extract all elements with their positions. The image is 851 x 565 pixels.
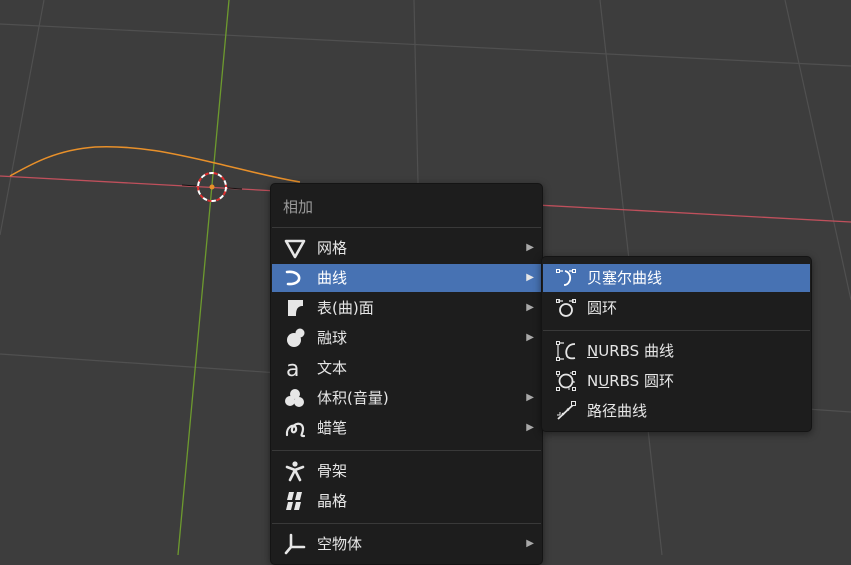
menu-item-lattice[interactable]: 晶格 xyxy=(272,487,541,515)
submenu-arrow-icon: ▶ xyxy=(526,422,534,433)
submenu-item-label: NURBS 曲线 xyxy=(587,342,674,360)
empty-icon xyxy=(284,533,306,555)
submenu-item-path[interactable]: 路径曲线 xyxy=(543,397,810,425)
menu-title: 相加 xyxy=(283,198,314,216)
bezier-curve-icon xyxy=(555,267,577,289)
menu-item-label: 骨架 xyxy=(317,462,348,480)
text-icon: a xyxy=(284,357,306,379)
menu-item-label: 晶格 xyxy=(317,492,348,510)
menu-item-mesh[interactable]: 网格 ▶ xyxy=(272,234,541,262)
bezier-curve-object[interactable] xyxy=(9,145,301,183)
nurbs-curve-icon xyxy=(555,340,577,362)
volume-icon xyxy=(284,387,306,409)
submenu-arrow-icon: ▶ xyxy=(526,332,534,343)
mesh-icon xyxy=(284,237,306,259)
submenu-item-label: 贝塞尔曲线 xyxy=(587,269,663,287)
menu-item-label: 曲线 xyxy=(317,269,348,287)
menu-item-label: 蜡笔 xyxy=(317,419,348,437)
submenu-arrow-icon: ▶ xyxy=(526,392,534,403)
menu-item-grease-pencil[interactable]: 蜡笔 ▶ xyxy=(272,414,541,442)
metaball-icon xyxy=(284,327,306,349)
y-axis-line xyxy=(177,0,230,555)
submenu-item-nurbs-curve[interactable]: NURBS 曲线 xyxy=(543,337,810,365)
submenu-item-nurbs-circle[interactable]: NURBS 圆环 xyxy=(543,367,810,395)
menu-item-label: 网格 xyxy=(317,239,348,257)
menu-item-label: 融球 xyxy=(317,329,348,347)
menu-divider xyxy=(272,227,541,228)
menu-divider xyxy=(272,523,541,524)
menu-item-surface[interactable]: 表(曲)面 ▶ xyxy=(272,294,541,322)
submenu-arrow-icon: ▶ xyxy=(526,302,534,313)
mnemonic-letter: N xyxy=(587,342,599,360)
menu-divider xyxy=(543,330,810,331)
grease-pencil-icon xyxy=(284,417,306,439)
label-text: URBS 曲线 xyxy=(598,342,674,360)
menu-item-label: 文本 xyxy=(317,359,348,377)
menu-item-volume[interactable]: 体积(音量) ▶ xyxy=(272,384,541,412)
menu-item-metaball[interactable]: 融球 ▶ xyxy=(272,324,541,352)
menu-item-curve[interactable]: 曲线 ▶ xyxy=(272,264,541,292)
menu-item-label: 表(曲)面 xyxy=(317,299,374,317)
submenu-arrow-icon: ▶ xyxy=(526,538,534,549)
mnemonic-letter: U xyxy=(598,372,610,390)
submenu-item-label: 路径曲线 xyxy=(587,402,648,420)
nurbs-circle-icon xyxy=(555,370,577,392)
menu-item-label: 体积(音量) xyxy=(317,389,389,407)
svg-text:a: a xyxy=(286,357,299,379)
armature-icon xyxy=(284,460,306,482)
submenu-arrow-icon: ▶ xyxy=(526,242,534,253)
menu-item-label: 空物体 xyxy=(317,535,363,553)
add-menu: 相加 网格 ▶ 曲线 ▶ 表(曲)面 ▶ 融球 ▶ a 文本 体积(音量) ▶ … xyxy=(270,183,543,565)
submenu-item-label: 圆环 xyxy=(587,299,618,317)
menu-divider xyxy=(272,450,541,451)
submenu-item-label: NURBS 圆环 xyxy=(587,372,674,390)
menu-item-empty[interactable]: 空物体 ▶ xyxy=(272,530,541,558)
label-text: RBS 圆环 xyxy=(609,372,674,390)
curve-icon xyxy=(284,267,306,289)
path-curve-icon xyxy=(555,400,577,422)
menu-item-text[interactable]: a 文本 xyxy=(272,354,541,382)
submenu-item-bezier[interactable]: 贝塞尔曲线 xyxy=(543,264,810,292)
surface-icon xyxy=(284,297,306,319)
lattice-icon xyxy=(284,490,306,512)
curve-submenu: 贝塞尔曲线 圆环 NURBS 曲线 NURBS 圆环 路径曲线 xyxy=(541,256,812,432)
3d-cursor[interactable] xyxy=(181,172,243,202)
label-text: N xyxy=(587,372,599,390)
submenu-arrow-icon: ▶ xyxy=(526,272,534,283)
menu-item-armature[interactable]: 骨架 xyxy=(272,457,541,485)
submenu-item-circle[interactable]: 圆环 xyxy=(543,294,810,322)
bezier-circle-icon xyxy=(555,297,577,319)
